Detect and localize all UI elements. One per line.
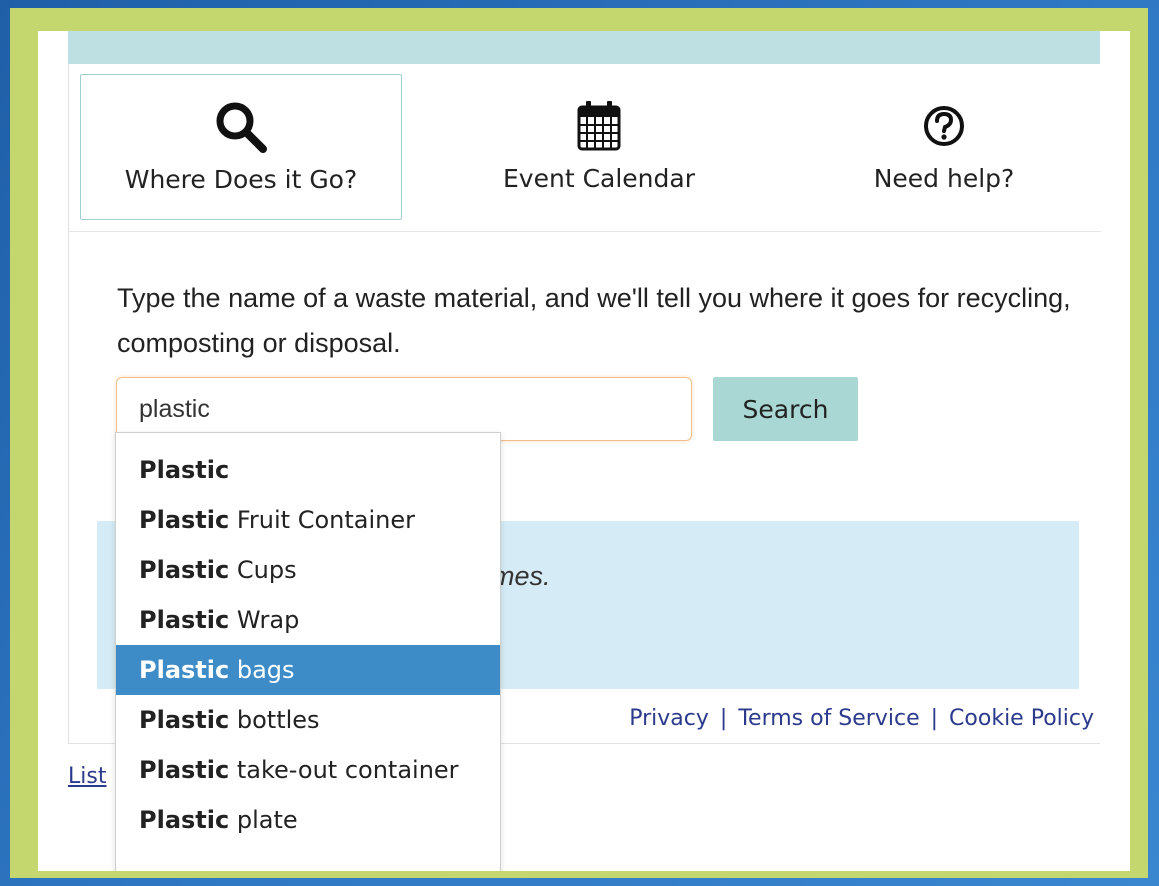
suggestion-match: Plastic (139, 456, 230, 484)
cookie-policy-link[interactable]: Cookie Policy (949, 706, 1094, 731)
separator: | (719, 706, 728, 731)
suggestion-match: Plastic (139, 806, 230, 834)
suggestion-item[interactable]: Plastic plate (116, 795, 500, 845)
footer-links: Privacy | Terms of Service | Cookie Poli… (629, 706, 1094, 731)
widget-screenshot: Where Does it Go? Event Calendar Need he… (38, 31, 1130, 871)
suggestion-rest: Wrap (229, 606, 300, 634)
tab-need-help[interactable]: Need help? (787, 74, 1101, 220)
suggestion-item[interactable]: Plastic take-out container (116, 745, 500, 795)
suggestion-match: Plastic (139, 606, 230, 634)
tab-event-calendar[interactable]: Event Calendar (439, 74, 759, 220)
suggestion-rest: bottles (229, 706, 320, 734)
calendar-icon (576, 100, 622, 156)
suggestion-match: Plastic (139, 656, 230, 684)
top-header-bar (68, 31, 1100, 64)
suggestion-rest: take-out container (229, 756, 459, 784)
tab-where-does-it-go[interactable]: Where Does it Go? (80, 74, 402, 220)
tab-bar: Where Does it Go? Event Calendar Need he… (69, 64, 1101, 232)
suggestion-rest: bags (229, 656, 295, 684)
suggestion-rest: Cups (229, 556, 297, 584)
tab-label: Event Calendar (503, 164, 695, 193)
separator: | (930, 706, 939, 731)
tab-label: Need help? (873, 164, 1015, 193)
intro-text: Type the name of a waste material, and w… (117, 283, 1071, 358)
suggestion-match: Plastic (139, 556, 230, 584)
suggestion-item[interactable]: Plastic Wrap (116, 595, 500, 645)
help-circle-icon (922, 104, 966, 152)
tab-label: Where Does it Go? (124, 165, 358, 194)
privacy-link[interactable]: Privacy (629, 706, 709, 731)
search-icon (213, 99, 269, 159)
suggestion-rest: Fruit Container (229, 506, 415, 534)
suggestion-item[interactable]: Plastic bottles (116, 695, 500, 745)
suggestion-item[interactable]: Plastic Fruit Container (116, 495, 500, 545)
suggestion-match: Plastic (139, 706, 230, 734)
suggestion-match: Plastic (139, 506, 230, 534)
terms-of-service-link[interactable]: Terms of Service (738, 706, 919, 731)
suggestion-item-highlighted[interactable]: Plastic bags (116, 645, 500, 695)
list-link[interactable]: List (68, 764, 106, 789)
suggestion-match: Plastic (139, 756, 230, 784)
suggestion-item[interactable]: Plastic Cups (116, 545, 500, 595)
search-button[interactable]: Search (713, 377, 858, 441)
autocomplete-dropdown: Plastic Plastic Fruit Container Plastic … (115, 432, 501, 871)
suggestion-rest: plate (229, 806, 298, 834)
suggestion-item[interactable]: Plastic (116, 445, 500, 495)
